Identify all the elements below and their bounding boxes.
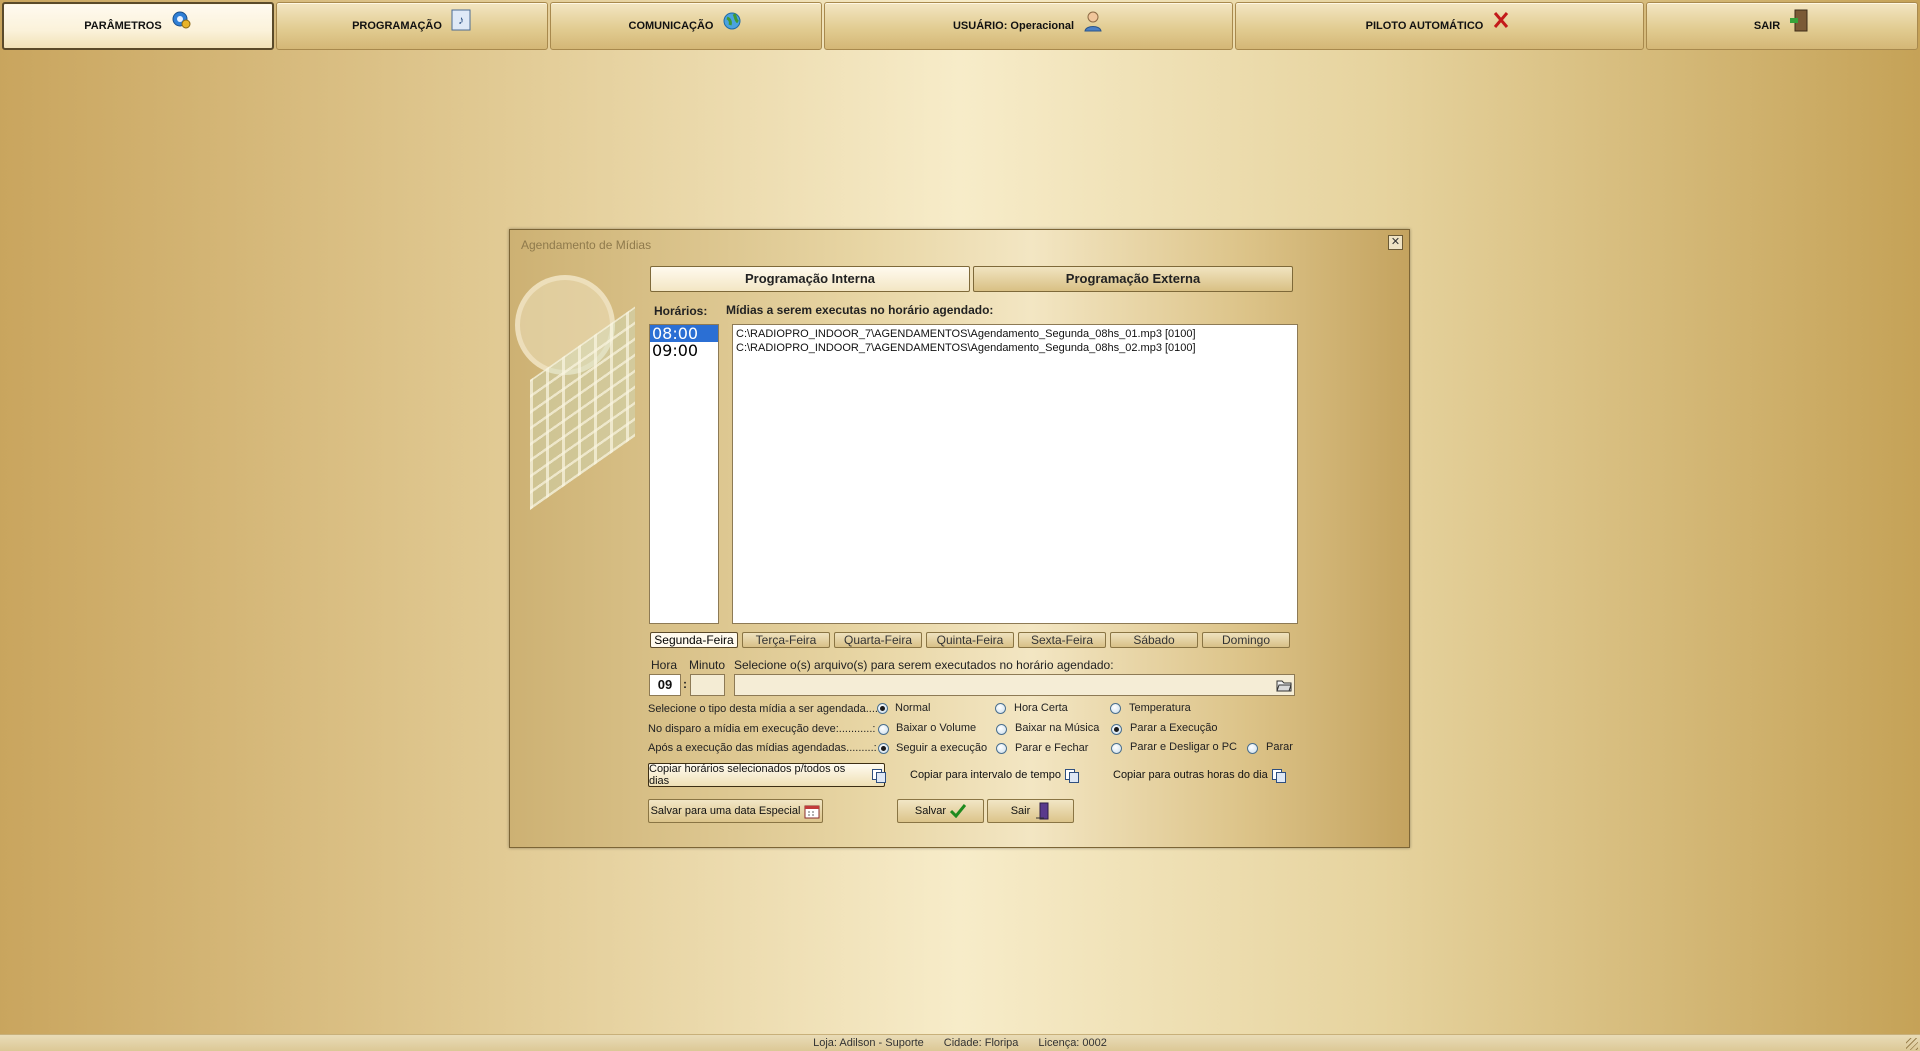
exit-label: Sair	[1010, 805, 1031, 817]
open-folder-icon[interactable]	[1275, 676, 1293, 694]
menu-usuario-label: USUÁRIO: Operacional	[952, 20, 1075, 32]
save-special-date-label: Salvar para uma data Especial	[650, 805, 801, 817]
copy-icon	[1271, 769, 1286, 783]
save-label: Salvar	[914, 805, 947, 817]
hour-item[interactable]: 08:00	[650, 325, 718, 342]
radio-parar-desligar-pc-label: Parar e Desligar o PC	[1130, 741, 1237, 753]
globe-icon	[721, 9, 743, 33]
day-segunda-button[interactable]: Segunda-Feira	[650, 632, 738, 648]
day-domingo-button[interactable]: Domingo	[1202, 632, 1290, 648]
media-item[interactable]: C:\RADIOPRO_INDOOR_7\AGENDAMENTOS\Agenda…	[736, 341, 1294, 355]
copy-interval-label: Copiar para intervalo de tempo	[910, 769, 1062, 781]
day-quarta-button[interactable]: Quarta-Feira	[834, 632, 922, 648]
copy-other-hours-label: Copiar para outras horas do dia	[1113, 769, 1268, 781]
red-x-icon	[1491, 9, 1513, 33]
radio-temperatura-label: Temperatura	[1129, 702, 1191, 714]
menu-programacao-button[interactable]: PROGRAMAÇÃO ♪	[276, 2, 548, 50]
menu-piloto-label: PILOTO AUTOMÁTICO	[1365, 20, 1484, 32]
radio-parar-fechar[interactable]	[996, 743, 1007, 754]
tab-programacao-externa[interactable]: Programação Externa	[973, 266, 1293, 292]
radio-normal[interactable]	[877, 703, 888, 714]
radio-temperatura[interactable]	[1110, 703, 1121, 714]
resize-grip-icon[interactable]	[1906, 1038, 1918, 1050]
close-icon[interactable]: ✕	[1388, 235, 1403, 250]
radio-seguir-execucao-label: Seguir a execução	[896, 742, 988, 754]
radio-parar-label: Parar	[1266, 741, 1293, 753]
menu-comunicacao-button[interactable]: COMUNICAÇÃO	[550, 2, 822, 50]
time-separator: :	[683, 677, 687, 691]
radio-parar-desligar-pc[interactable]	[1111, 743, 1122, 754]
hora-label: Hora	[651, 658, 678, 672]
radio-normal-label: Normal	[895, 702, 931, 714]
menu-sair-button[interactable]: SAIR	[1646, 2, 1918, 50]
radio-baixar-musica[interactable]	[996, 724, 1007, 735]
copy-icon	[1065, 769, 1080, 783]
media-type-label: Selecione o tipo desta mídia a ser agend…	[648, 703, 881, 715]
calendar-icon	[804, 804, 820, 819]
horarios-label: Horários:	[654, 304, 708, 318]
midias-label: Mídias a serem executas no horário agend…	[726, 303, 994, 317]
menu-sair-label: SAIR	[1753, 20, 1781, 32]
copy-all-days-label: Copiar horários selecionados p/todos os …	[649, 763, 846, 787]
gears-icon	[170, 9, 192, 33]
dialog-title: Agendamento de Mídias	[521, 238, 652, 252]
menu-usuario-button[interactable]: USUÁRIO: Operacional	[824, 2, 1233, 50]
menu-parametros-label: PARÂMETROS	[84, 20, 162, 32]
minuto-label: Minuto	[689, 658, 726, 672]
save-special-date-button[interactable]: Salvar para uma data Especial	[648, 799, 823, 823]
file-path-input[interactable]	[734, 674, 1295, 696]
status-cidade: Cidade: Floripa	[943, 1037, 1019, 1049]
copy-icon	[872, 769, 886, 783]
radio-baixar-musica-label: Baixar na Música	[1015, 722, 1100, 734]
status-bar: Loja: Adilson - Suporte Cidade: Floripa …	[0, 1034, 1920, 1051]
scheduling-dialog: Agendamento de Mídias ✕ Programação Inte…	[509, 229, 1410, 848]
menu-piloto-button[interactable]: PILOTO AUTOMÁTICO	[1235, 2, 1644, 50]
tab-programacao-interna[interactable]: Programação Interna	[650, 266, 970, 292]
checkmark-icon	[950, 804, 967, 819]
radio-parar-execucao[interactable]	[1111, 724, 1122, 735]
file-select-label: Selecione o(s) arquivo(s) para serem exe…	[734, 658, 1114, 672]
after-execution-label: Após a execução das mídias agendadas....…	[648, 742, 877, 754]
radio-hora-certa[interactable]	[995, 703, 1006, 714]
svg-text:♪: ♪	[458, 13, 464, 27]
day-sexta-button[interactable]: Sexta-Feira	[1018, 632, 1106, 648]
copy-all-days-button[interactable]: Copiar horários selecionados p/todos os …	[648, 763, 886, 787]
minute-input[interactable]	[690, 674, 725, 696]
hours-list[interactable]: 08:00 09:00	[649, 324, 719, 624]
day-terca-button[interactable]: Terça-Feira	[742, 632, 830, 648]
copy-interval-button[interactable]: Copiar para intervalo de tempo	[910, 769, 1080, 783]
top-menu: PARÂMETROS PROGRAMAÇÃO ♪ COMUNICAÇÃO USU…	[0, 0, 1920, 53]
exit-button[interactable]: Sair	[987, 799, 1074, 823]
status-licenca: Licença: 0002	[1038, 1037, 1107, 1049]
music-document-icon: ♪	[450, 9, 472, 33]
menu-comunicacao-label: COMUNICAÇÃO	[628, 20, 714, 32]
media-item[interactable]: C:\RADIOPRO_INDOOR_7\AGENDAMENTOS\Agenda…	[736, 327, 1294, 341]
radio-hora-certa-label: Hora Certa	[1014, 702, 1068, 714]
exit-door-icon	[1034, 802, 1050, 820]
radio-baixar-volume-label: Baixar o Volume	[896, 722, 977, 734]
hour-item[interactable]: 09:00	[650, 342, 718, 359]
hour-input[interactable]: 09	[649, 674, 681, 696]
day-quinta-button[interactable]: Quinta-Feira	[926, 632, 1014, 648]
user-icon	[1082, 9, 1104, 33]
radio-parar[interactable]	[1247, 743, 1258, 754]
save-button[interactable]: Salvar	[897, 799, 984, 823]
status-loja: Loja: Adilson - Suporte	[813, 1037, 924, 1049]
radio-baixar-volume[interactable]	[878, 724, 889, 735]
menu-programacao-label: PROGRAMAÇÃO	[352, 20, 442, 32]
radio-parar-execucao-label: Parar a Execução	[1130, 722, 1218, 734]
menu-parametros-button[interactable]: PARÂMETROS	[2, 2, 274, 50]
trigger-action-label: No disparo a mídia em execução deve:....…	[648, 723, 876, 735]
radio-parar-fechar-label: Parar e Fechar	[1015, 742, 1089, 754]
day-sabado-button[interactable]: Sábado	[1110, 632, 1198, 648]
radio-seguir-execucao[interactable]	[878, 743, 889, 754]
copy-other-hours-button[interactable]: Copiar para outras horas do dia	[1113, 769, 1286, 783]
media-list[interactable]: C:\RADIOPRO_INDOOR_7\AGENDAMENTOS\Agenda…	[732, 324, 1298, 624]
exit-door-icon	[1788, 9, 1810, 33]
